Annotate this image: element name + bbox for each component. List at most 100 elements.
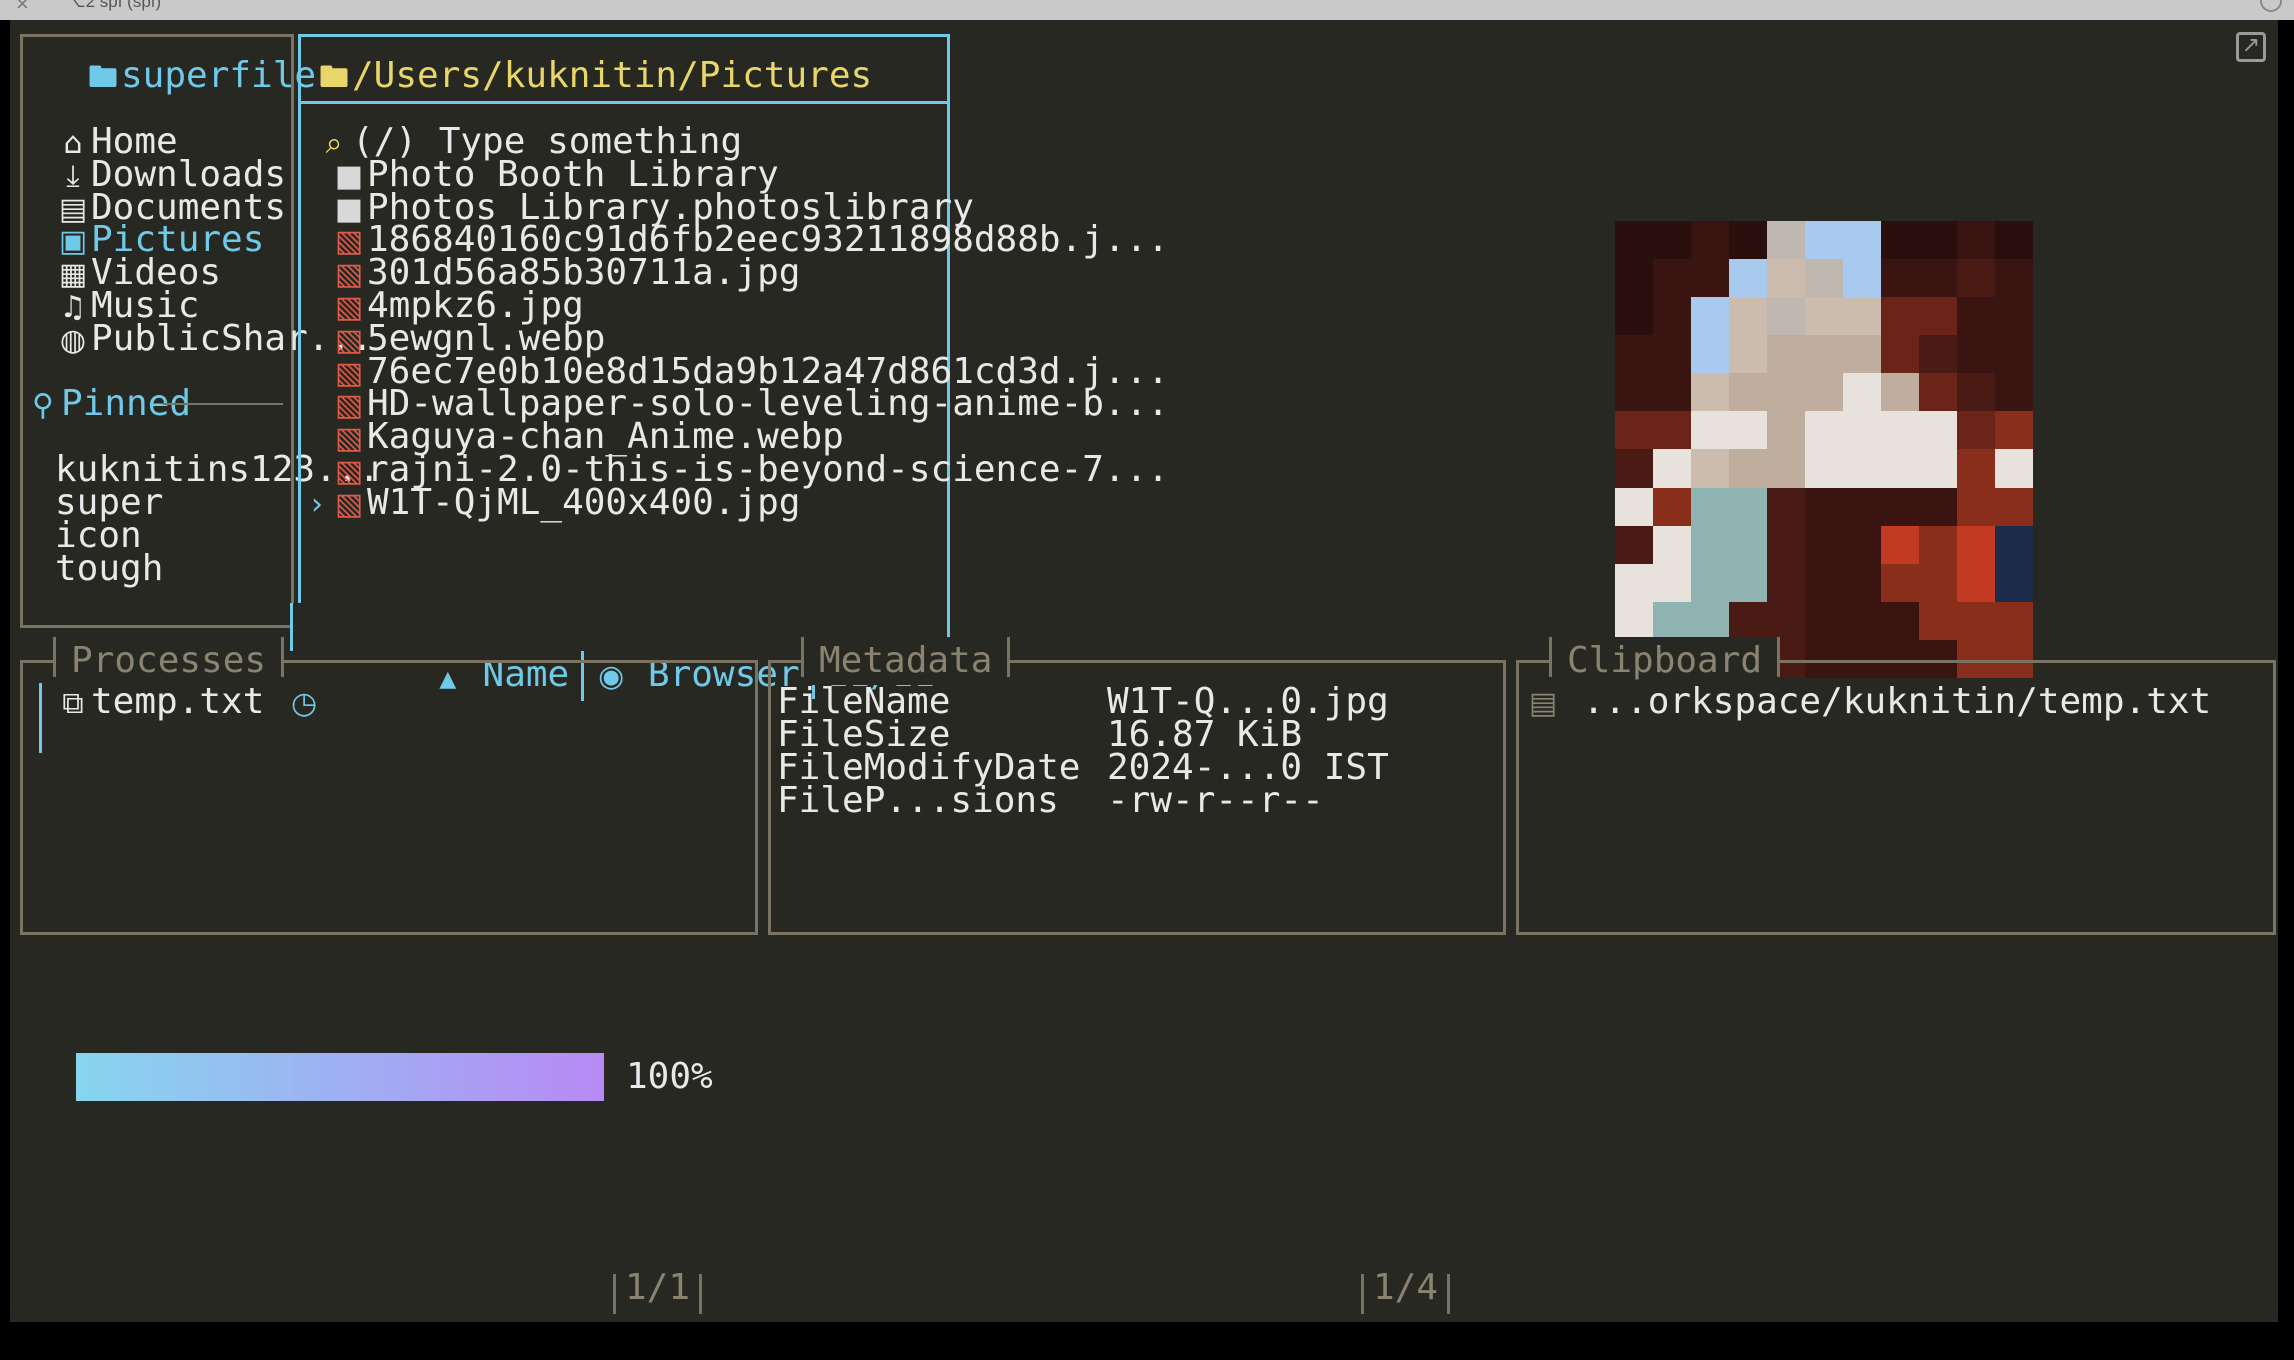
processes-panel: Processes ⧉ temp.txt ◷ [20,637,758,935]
preview-pixel [1919,563,1957,602]
preview-pixel [1653,601,1691,640]
close-icon[interactable]: × [16,0,29,15]
preview-pixel [1729,449,1767,488]
clock-icon: ◷ [290,686,318,721]
preview-pixel [1729,335,1767,374]
preview-pixel [1653,335,1691,374]
preview-pixel [1615,373,1653,412]
file-panel: 🖿/Users/kuknitin/Pictures ⌕ (/) Type some… [289,34,1169,701]
preview-pixel [1653,259,1691,298]
preview-pixel [1919,221,1957,260]
preview-pixel [1843,449,1881,488]
pinned-item[interactable]: tough [55,545,163,593]
preview-pixel [1691,411,1729,450]
preview-pixel [1805,259,1843,298]
metadata-value: -rw-r--r-- [1107,780,1324,821]
preview-pixel [1957,373,1995,412]
preview-pixel [1691,373,1729,412]
preview-pixel [1957,411,1995,450]
preview-pixel [1843,487,1881,526]
external-link-icon[interactable]: ↗ [2236,32,2266,62]
preview-pixel [1843,563,1881,602]
preview-pixel [1881,411,1919,450]
preview-pixel [1691,563,1729,602]
clipboard-item[interactable]: ▤ ...orkspace/kuknitin/temp.txt [1525,678,2211,726]
process-active-marker [39,683,42,753]
preview-pixel [1957,525,1995,564]
preview-pixel [1995,487,2033,526]
preview-pixel [1767,335,1805,374]
preview-pixel [1615,259,1653,298]
preview-pixel [1805,487,1843,526]
metadata-footer: 1/4 [1361,1264,1451,1314]
file-row-selected[interactable]: › ▧ W1T-QjML_400x400.jpg [303,479,800,527]
folder-icon: 🖿 [319,60,349,95]
preview-pixel [1691,525,1729,564]
sidebar: 🖿superfile ⌂ Home ⤓ Downloads ▤ Documents ▣… [20,34,380,628]
preview-pixel [1919,335,1957,374]
progress-percent: 100% [626,1056,713,1097]
preview-pixel [1615,525,1653,564]
folder-icon: 🖿 [88,60,118,95]
preview-pixel [1919,259,1957,298]
preview-pixel [1919,411,1957,450]
preview-pixel [1767,525,1805,564]
preview-pixel [1957,563,1995,602]
preview-pixel [1805,373,1843,412]
preview-pixel [1653,411,1691,450]
window-title: ⌥2 spf (spf) [66,0,162,11]
preview-pixel [1881,487,1919,526]
preview-pixel [1653,373,1691,412]
preview-pixel [1957,335,1995,374]
preview-pixel [1767,601,1805,640]
preview-pixel [1653,563,1691,602]
preview-pixel [1691,449,1729,488]
preview-pixel [1995,297,2033,336]
preview-pixel [1881,335,1919,374]
metadata-panel: Metadata FileName W1T-Q...0.jpg FileSize 1… [768,637,1506,935]
preview-pixel [1767,563,1805,602]
preview-pixel [1653,449,1691,488]
copy-icon: ⧉ [62,686,84,721]
window-titlebar: × ⌥2 spf (spf) [0,0,2294,20]
preview-pixel [1843,297,1881,336]
preview-pixel [1995,335,2033,374]
preview-pixel [1691,221,1729,260]
preview-pixel [1653,221,1691,260]
preview-pixel [1729,563,1767,602]
preview-pixel [1729,221,1767,260]
preview-pixel [1995,259,2033,298]
path-divider [301,101,947,104]
chevron-right-icon: › [311,487,323,522]
preview-pixel [1729,297,1767,336]
preview-pixel [1767,259,1805,298]
preview-pixel [1919,487,1957,526]
preview-pixel [1919,449,1957,488]
preview-pixel [1843,411,1881,450]
preview-pixel [1957,259,1995,298]
clipboard-item-path: ...orkspace/kuknitin/temp.txt [1582,681,2212,722]
preview-pixel [1615,563,1653,602]
preview-pixel [1919,525,1957,564]
preview-pixel [1653,487,1691,526]
preview-pixel [1691,335,1729,374]
preview-pixel [1995,525,2033,564]
process-name: temp.txt [91,681,265,722]
preview-pixel [1691,297,1729,336]
preview-pixel [1843,335,1881,374]
preview-pixel [1881,221,1919,260]
process-item[interactable]: ⧉ temp.txt ◷ [55,678,322,726]
preview-pixel [1691,487,1729,526]
globe-icon: ◍ [59,323,87,358]
preview-pixel [1805,411,1843,450]
preview-pixel [1957,221,1995,260]
preview-pixel [1919,297,1957,336]
preview-pixel [1729,373,1767,412]
preview-pixel [1615,449,1653,488]
preview-pixel [1881,373,1919,412]
preview-pixel [1615,221,1653,260]
preview-pixel [1919,601,1957,640]
preview-pixel [1805,297,1843,336]
preview-pixel [1729,259,1767,298]
preview-pixel [1653,525,1691,564]
